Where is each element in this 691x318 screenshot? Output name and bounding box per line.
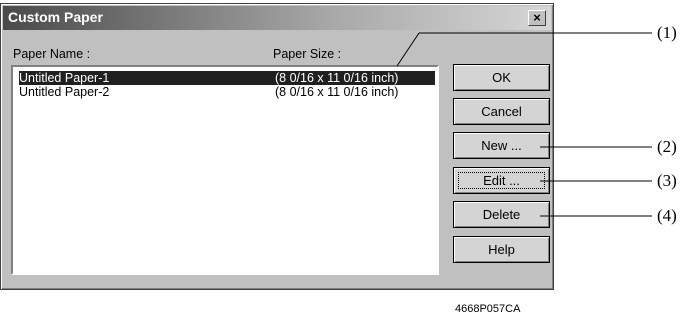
callout-label-2: (2) [657,137,677,156]
callout-label-1: (1) [657,23,677,42]
callout-label-4: (4) [657,206,677,225]
callout-label-3: (3) [657,171,677,190]
figure-caption: 4668P057CA [455,303,521,315]
callout-1-line [396,32,652,217]
